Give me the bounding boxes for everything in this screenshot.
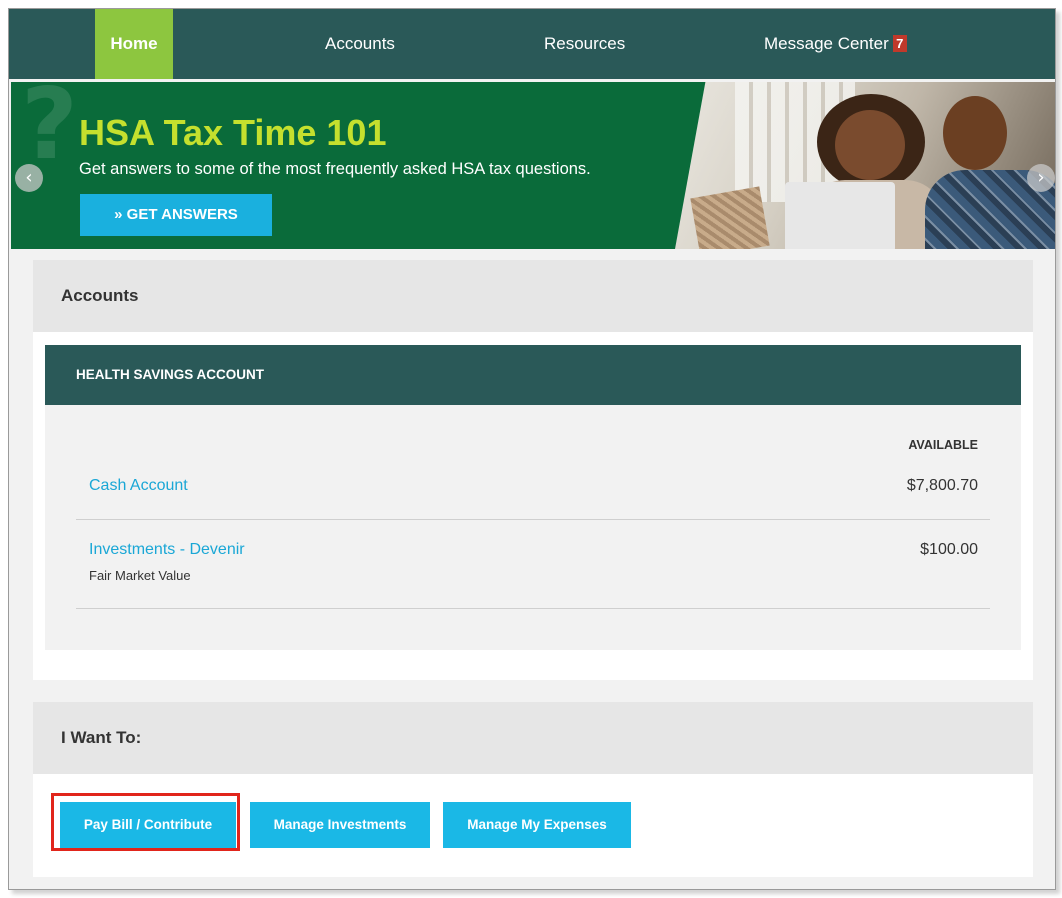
message-count-badge: 7 bbox=[892, 35, 907, 52]
banner-subtitle: Get answers to some of the most frequent… bbox=[79, 160, 591, 178]
carousel-prev-icon[interactable]: ‹ bbox=[15, 164, 43, 192]
get-answers-button[interactable]: » GET ANSWERS bbox=[80, 194, 272, 236]
hsa-card: HEALTH SAVINGS ACCOUNT AVAILABLE Cash Ac… bbox=[45, 345, 1021, 650]
photo-person-1 bbox=[835, 110, 905, 180]
investments-value: $100.00 bbox=[920, 541, 978, 558]
pay-bill-contribute-button[interactable]: Pay Bill / Contribute bbox=[60, 802, 236, 848]
app-frame: Home Accounts Resources Message Center 7 … bbox=[8, 8, 1056, 890]
nav-message-center[interactable]: Message Center 7 bbox=[764, 9, 907, 79]
photo-person-2 bbox=[943, 96, 1007, 170]
hsa-card-title: HEALTH SAVINGS ACCOUNT bbox=[45, 345, 1021, 405]
cash-account-value: $7,800.70 bbox=[906, 477, 978, 494]
nav-resources[interactable]: Resources bbox=[544, 9, 625, 79]
i-want-to-panel: I Want To: Pay Bill / Contribute Manage … bbox=[33, 702, 1033, 877]
nav-home[interactable]: Home bbox=[95, 9, 173, 79]
carousel-next-icon[interactable]: › bbox=[1027, 164, 1055, 192]
photo-pillow bbox=[690, 186, 770, 249]
fair-market-value-label: Fair Market Value bbox=[89, 568, 191, 583]
top-nav: Home Accounts Resources Message Center 7 bbox=[9, 9, 1055, 79]
nav-message-center-label: Message Center bbox=[764, 34, 889, 53]
account-row: Cash Account $7,800.70 bbox=[76, 469, 990, 520]
accounts-panel: Accounts HEALTH SAVINGS ACCOUNT AVAILABL… bbox=[33, 260, 1033, 680]
account-row: Investments - Devenir Fair Market Value … bbox=[76, 533, 990, 609]
i-want-to-heading: I Want To: bbox=[33, 702, 1033, 774]
banner-title: HSA Tax Time 101 bbox=[79, 112, 387, 153]
cash-account-link[interactable]: Cash Account bbox=[89, 477, 188, 495]
nav-accounts[interactable]: Accounts bbox=[325, 9, 395, 79]
manage-my-expenses-button[interactable]: Manage My Expenses bbox=[443, 802, 631, 848]
banner-photo bbox=[675, 82, 1055, 249]
promo-banner: ? HSA Tax Time 101 Get answers to some o… bbox=[11, 82, 1055, 249]
accounts-heading: Accounts bbox=[33, 260, 1033, 332]
manage-investments-button[interactable]: Manage Investments bbox=[250, 802, 430, 848]
investments-link[interactable]: Investments - Devenir bbox=[89, 541, 245, 559]
photo-laptop bbox=[785, 182, 895, 249]
available-column-label: AVAILABLE bbox=[908, 438, 978, 452]
